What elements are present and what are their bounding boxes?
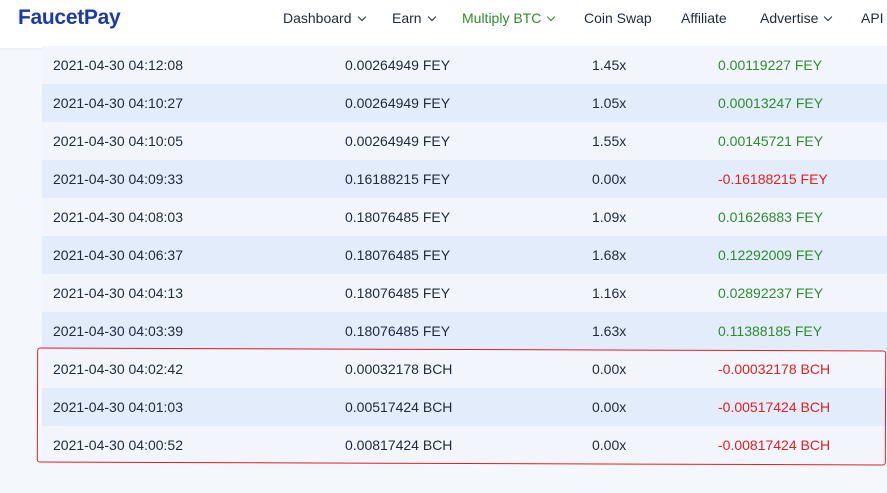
- top-navbar: FaucetPay Dashboard Earn Multiply BTC Co…: [0, 0, 887, 48]
- chevron-down-icon: [357, 12, 366, 22]
- bet-time: 2021-04-30 04:10:05: [53, 133, 183, 149]
- bet-multiplier: 1.63x: [592, 323, 627, 339]
- bet-time: 2021-04-30 04:12:08: [53, 57, 183, 73]
- bet-time: 2021-04-30 04:03:39: [53, 323, 183, 339]
- chevron-down-icon: [427, 12, 436, 22]
- nav-api[interactable]: API: [861, 10, 884, 26]
- nav-earn[interactable]: Earn: [392, 10, 436, 26]
- chevron-down-icon: [824, 12, 833, 22]
- bet-amount: 0.00817424 BCH: [345, 437, 453, 453]
- bet-profit: 0.00145721 FEY: [718, 133, 824, 149]
- bet-profit: 0.11388185 FEY: [718, 323, 823, 339]
- bet-time: 2021-04-30 04:00:52: [53, 437, 183, 453]
- bet-amount: 0.18076485 FEY: [345, 247, 451, 263]
- bet-profit: 0.01626883 FEY: [718, 209, 824, 225]
- bet-multiplier: 0.00x: [592, 399, 627, 415]
- faucetpay-logo[interactable]: FaucetPay: [18, 6, 121, 30]
- bet-multiplier: 1.09x: [592, 209, 627, 225]
- bet-time: 2021-04-30 04:04:13: [53, 285, 183, 301]
- nav-label: Advertise: [760, 10, 819, 26]
- nav-label: Affiliate: [681, 10, 727, 26]
- bet-multiplier: 1.45x: [592, 57, 627, 73]
- nav-dashboard[interactable]: Dashboard: [283, 10, 366, 26]
- bet-profit: 0.00119227 FEY: [718, 57, 823, 73]
- bet-amount: 0.00264949 FEY: [345, 57, 451, 73]
- bet-amount: 0.00264949 FEY: [345, 133, 451, 149]
- bet-time: 2021-04-30 04:09:33: [53, 171, 183, 187]
- nav-affiliate[interactable]: Affiliate: [681, 10, 727, 26]
- table-row: 2021-04-30 04:04:13 0.18076485 FEY 1.16x 0.…: [42, 274, 887, 312]
- nav-label: Earn: [392, 10, 422, 26]
- bet-amount: 0.16188215 FEY: [345, 171, 451, 187]
- bet-profit: 0.12292009 FEY: [718, 247, 824, 263]
- bet-profit: 0.00013247 FEY: [718, 95, 824, 111]
- chevron-down-icon: [547, 12, 556, 22]
- table-row: 2021-04-30 04:02:42 0.00032178 BCH 0.00x -0…: [42, 350, 887, 388]
- table-row: 2021-04-30 04:12:08 0.00264949 FEY 1.45x 0.…: [42, 46, 887, 84]
- bet-multiplier: 1.05x: [592, 95, 627, 111]
- bet-amount: 0.00264949 FEY: [345, 95, 451, 111]
- bet-profit: 0.02892237 FEY: [718, 285, 824, 301]
- nav-coin-swap[interactable]: Coin Swap: [584, 10, 652, 26]
- bet-profit: -0.16188215 FEY: [718, 171, 828, 187]
- bet-multiplier: 1.55x: [592, 133, 627, 149]
- bet-time: 2021-04-30 04:06:37: [53, 247, 183, 263]
- table-row: 2021-04-30 04:06:37 0.18076485 FEY 1.68x 0.…: [42, 236, 887, 274]
- bet-profit: -0.00817424 BCH: [718, 437, 831, 453]
- bet-amount: 0.00032178 BCH: [345, 361, 453, 377]
- nav-label: Coin Swap: [584, 10, 652, 26]
- bet-multiplier: 0.00x: [592, 171, 627, 187]
- bet-amount: 0.18076485 FEY: [345, 285, 451, 301]
- bet-multiplier: 1.68x: [592, 247, 627, 263]
- bet-time: 2021-04-30 04:02:42: [53, 361, 183, 377]
- bet-multiplier: 0.00x: [592, 437, 627, 453]
- nav-label: Dashboard: [283, 10, 352, 26]
- nav-multiply-btc[interactable]: Multiply BTC: [462, 10, 556, 26]
- bet-amount: 0.18076485 FEY: [345, 209, 451, 225]
- table-row: 2021-04-30 04:10:05 0.00264949 FEY 1.55x 0.…: [42, 122, 887, 160]
- bet-amount: 0.00517424 BCH: [345, 399, 453, 415]
- nav-label: Multiply BTC: [462, 10, 542, 26]
- bet-multiplier: 1.16x: [592, 285, 627, 301]
- bet-amount: 0.18076485 FEY: [345, 323, 451, 339]
- nav-label: API: [861, 10, 884, 26]
- bet-time: 2021-04-30 04:10:27: [53, 95, 183, 111]
- bet-profit: -0.00032178 BCH: [718, 361, 831, 377]
- table-row: 2021-04-30 04:00:52 0.00817424 BCH 0.00x -0…: [42, 426, 887, 464]
- table-row: 2021-04-30 04:03:39 0.18076485 FEY 1.63x 0.…: [42, 312, 887, 350]
- bet-history-table: 2021-04-30 04:12:08 0.00264949 FEY 1.45x 0.…: [42, 46, 887, 464]
- table-row: 2021-04-30 04:08:03 0.18076485 FEY 1.09x 0.…: [42, 198, 887, 236]
- table-row: 2021-04-30 04:10:27 0.00264949 FEY 1.05x 0.…: [42, 84, 887, 122]
- bet-time: 2021-04-30 04:08:03: [53, 209, 183, 225]
- bet-profit: -0.00517424 BCH: [718, 399, 831, 415]
- bet-time: 2021-04-30 04:01:03: [53, 399, 183, 415]
- nav-advertise[interactable]: Advertise: [760, 10, 833, 26]
- table-row: 2021-04-30 04:09:33 0.16188215 FEY 0.00x -0…: [42, 160, 887, 198]
- table-row: 2021-04-30 04:01:03 0.00517424 BCH 0.00x -0…: [42, 388, 887, 426]
- bet-multiplier: 0.00x: [592, 361, 627, 377]
